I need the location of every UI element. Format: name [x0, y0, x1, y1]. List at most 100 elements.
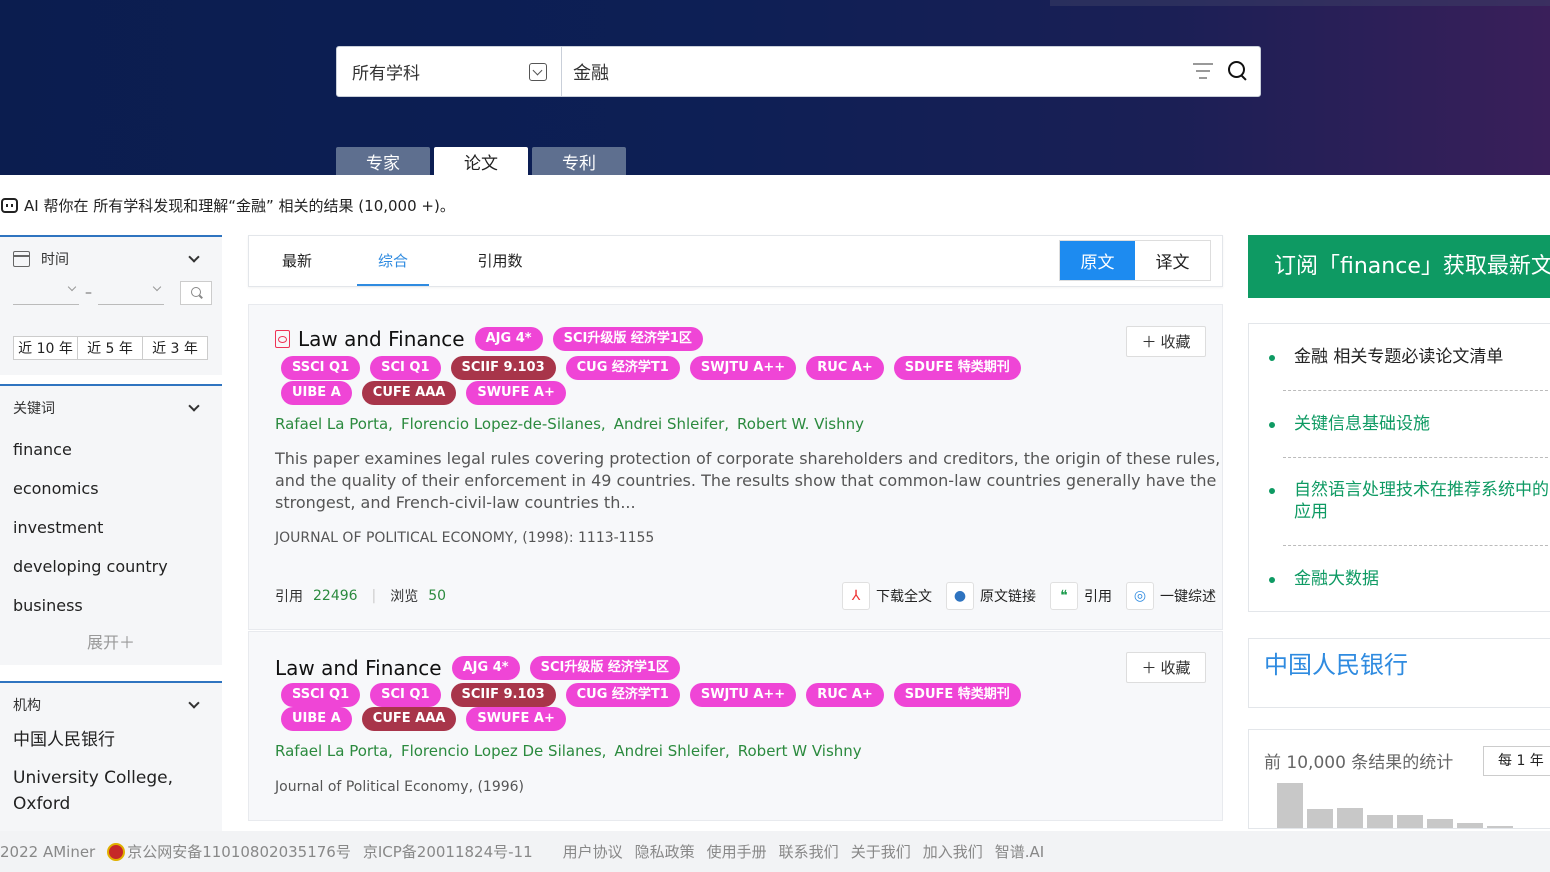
sort-bar: 最新 综合 引用数 原文 译文: [248, 235, 1223, 287]
footer-link-join[interactable]: 加入我们: [923, 841, 983, 862]
collect-label: 收藏: [1160, 333, 1191, 351]
author-link[interactable]: Rafael La Porta,: [275, 415, 393, 433]
result-type-tabs: 专家 论文 专利: [336, 147, 626, 175]
keyword-filter-header[interactable]: 关键词: [0, 386, 222, 430]
target-icon: ◎: [1126, 582, 1154, 610]
badge: CUG 经济学T1: [565, 683, 680, 707]
tab-papers[interactable]: 论文: [434, 147, 528, 175]
beian-police-link[interactable]: 京公网安备11010802035176号: [127, 841, 351, 862]
org-filter: 机构 中国人民银行 University College, Oxford: [0, 681, 222, 831]
org-item[interactable]: University College, Oxford: [0, 765, 180, 817]
search-input[interactable]: [562, 47, 1260, 96]
org-filter-header[interactable]: 机构: [0, 683, 222, 727]
start-year-select[interactable]: [13, 281, 79, 305]
keyword-item[interactable]: business: [0, 586, 222, 625]
badge: SSCI Q1: [281, 683, 361, 707]
time-filter-header[interactable]: 时间: [0, 237, 222, 281]
collect-button[interactable]: ＋ 收藏: [1126, 326, 1206, 357]
pdf-icon[interactable]: [275, 330, 290, 348]
language-toggle: 原文 译文: [1059, 240, 1211, 281]
robot-icon: [1, 198, 18, 213]
footer-link-terms[interactable]: 用户协议: [563, 841, 623, 862]
cite-button[interactable]: ❝ 引用: [1050, 582, 1112, 610]
author-link[interactable]: Andrei Shleifer,: [614, 742, 729, 760]
expand-keywords-button[interactable]: 展开＋: [0, 629, 222, 653]
filter-icon[interactable]: [1192, 63, 1214, 81]
range-3-years[interactable]: 近 3 年: [143, 336, 208, 360]
keyword-item[interactable]: developing country: [0, 547, 222, 586]
paper-venue: Journal of Political Economy, (1996): [275, 779, 525, 795]
author-link[interactable]: Robert W Vishny: [738, 742, 862, 760]
stats-divider: |: [371, 588, 377, 604]
download-fulltext-button[interactable]: ⅄ 下载全文: [842, 582, 932, 610]
divider: [1283, 457, 1550, 458]
org-card[interactable]: 中国人民银行: [1248, 638, 1550, 708]
pdf-icon: ⅄: [842, 582, 870, 610]
view-count: 50: [428, 588, 447, 604]
histogram-bar: [1277, 783, 1303, 828]
sort-latest[interactable]: 最新: [280, 236, 314, 286]
keyword-item[interactable]: investment: [0, 508, 222, 547]
author-link[interactable]: Robert W. Vishny: [737, 415, 864, 433]
original-text-button[interactable]: 原文: [1060, 241, 1135, 280]
footer-link-manual[interactable]: 使用手册: [707, 841, 767, 862]
topic-item[interactable]: 金融大数据: [1269, 568, 1550, 590]
stats-panel: 前 10,000 条结果的统计 每 1 年: [1248, 729, 1550, 829]
author-link[interactable]: Florencio Lopez-de-Silanes,: [401, 415, 606, 433]
range-10-years[interactable]: 近 10 年: [13, 336, 78, 360]
badge: RUC A+: [806, 683, 884, 707]
plus-icon: ＋: [1141, 659, 1157, 677]
tab-patents[interactable]: 专利: [532, 147, 626, 175]
one-click-review-button[interactable]: ◎ 一键综述: [1126, 582, 1216, 610]
paper-title[interactable]: Law and Finance: [275, 656, 442, 680]
topic-item[interactable]: 金融 相关专题必读论文清单: [1269, 346, 1550, 368]
author-link[interactable]: Rafael La Porta,: [275, 742, 393, 760]
collect-button[interactable]: ＋ 收藏: [1126, 652, 1206, 683]
footer-link-about[interactable]: 关于我们: [851, 841, 911, 862]
badge: UIBE A: [281, 707, 352, 731]
sort-citations[interactable]: 引用数: [474, 236, 526, 286]
translated-text-button[interactable]: 译文: [1135, 241, 1210, 280]
badge: SDUFE 特类期刊: [893, 683, 1021, 707]
end-year-select[interactable]: [98, 281, 164, 305]
badge: SWUFE A+: [466, 707, 566, 731]
topic-item[interactable]: 自然语言处理技术在推荐系统中的应用: [1269, 479, 1550, 523]
subject-select-value: 所有学科: [352, 64, 420, 84]
subject-select[interactable]: 所有学科: [337, 47, 562, 96]
paper-title-row: Law and Finance AJG 4* SCI升级版 经济学1区: [275, 327, 703, 351]
footer-link-contact[interactable]: 联系我们: [779, 841, 839, 862]
badge: CUFE AAA: [361, 707, 457, 731]
paper-venue: JOURNAL OF POLITICAL ECONOMY, (1998): 11…: [275, 530, 655, 546]
badge: SSCI Q1: [281, 356, 361, 380]
footer-link-privacy[interactable]: 隐私政策: [635, 841, 695, 862]
badge: AJG 4*: [451, 656, 520, 680]
source-link-button[interactable]: ● 原文链接: [946, 582, 1036, 610]
footer: 2022 AMiner 京公网安备11010802035176号 京ICP备20…: [0, 831, 1550, 872]
icp-link[interactable]: 京ICP备20011824号-11: [363, 841, 533, 862]
author-list: Rafael La Porta, Florencio Lopez De Sila…: [275, 742, 862, 760]
keyword-item[interactable]: economics: [0, 469, 222, 508]
copyright: 2022 AMiner: [0, 842, 96, 861]
author-link[interactable]: Florencio Lopez De Silanes,: [401, 742, 606, 760]
badge-row: SSCI Q1 SCI Q1 SCIIF 9.103 CUG 经济学T1 SWJ…: [281, 356, 1021, 380]
date-search-button[interactable]: [180, 281, 212, 305]
paper-title[interactable]: Law and Finance: [298, 327, 465, 351]
search-bar: 所有学科: [336, 46, 1261, 97]
author-link[interactable]: Andrei Shleifer,: [614, 415, 729, 433]
tab-experts[interactable]: 专家: [336, 147, 430, 175]
histogram-bar: [1427, 819, 1453, 828]
org-item[interactable]: 中国人民银行: [0, 727, 222, 753]
badge: CUG 经济学T1: [565, 356, 680, 380]
calendar-icon: [13, 251, 30, 267]
search-icon[interactable]: [1228, 61, 1248, 81]
histogram-bar: [1337, 808, 1363, 828]
keyword-filter: 关键词 finance economics investment develop…: [0, 384, 222, 665]
range-5-years[interactable]: 近 5 年: [78, 336, 143, 360]
footer-link-zhipu[interactable]: 智谱.AI: [995, 841, 1044, 862]
divider: [1283, 545, 1550, 546]
subscribe-banner[interactable]: 订阅「finance」获取最新文: [1248, 235, 1550, 298]
sort-comprehensive[interactable]: 综合: [357, 236, 429, 286]
keyword-item[interactable]: finance: [0, 430, 222, 469]
cite-label: 引用: [275, 589, 303, 605]
topic-item[interactable]: 关键信息基础设施: [1269, 413, 1550, 435]
